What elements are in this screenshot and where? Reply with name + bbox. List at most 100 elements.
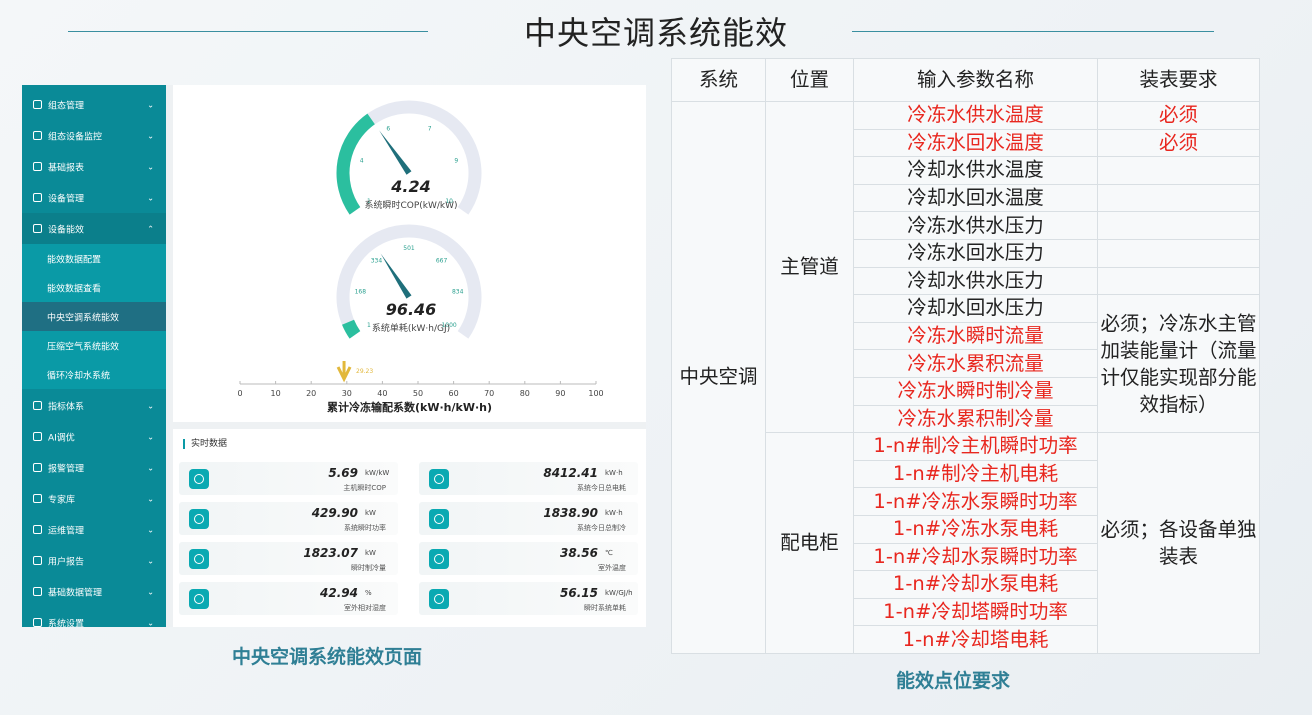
sidebar-item-ai[interactable]: AI调优 ⌄: [22, 421, 166, 452]
bar-marker-label: 29.23: [356, 368, 374, 375]
metric-icon: [429, 549, 449, 569]
gauge-1-value: 4.24: [391, 177, 431, 196]
sidebar-item-index[interactable]: 指标体系 ⌄: [22, 390, 166, 421]
chevron-down-icon: ⌄: [147, 432, 154, 441]
tile-unit: ℃: [605, 549, 613, 557]
network-icon: [33, 130, 42, 140]
gauge-tick-label: 334: [371, 257, 383, 264]
tile-value: 8412.41: [543, 466, 598, 480]
tile-unit: kW: [365, 549, 376, 557]
tile-unit: kW·h: [605, 469, 623, 477]
gauge-2-label: 系统单耗(kW·h/GJ): [371, 324, 451, 334]
doc-icon: [33, 555, 42, 565]
chevron-down-icon: ⌄: [147, 587, 154, 596]
gauge-card: 1 4 6 7 9 10 1 168 334 501 667 834 1000 0 10 20 30 40 50 60…: [173, 85, 646, 422]
sidebar-item-basedata[interactable]: 基础数据管理 ⌄: [22, 576, 166, 607]
chevron-down-icon: ⌄: [147, 556, 154, 565]
realtime-tile: 5.69 kW/kW 主机瞬时COP: [179, 462, 398, 495]
bar-tick-label: 30: [342, 389, 352, 398]
gauge-tick-label: 4: [360, 157, 364, 164]
bar-tick-label: 10: [271, 389, 281, 398]
screenshot-panel: 组态管理 ⌄ 组态设备监控 ⌄ 基础报表 ⌄ 设备管理 ⌄ 设备能效 ⌃ 能效数据配置 能…: [22, 85, 646, 627]
sidebar-item-config[interactable]: 组态管理 ⌄: [22, 89, 166, 120]
cell-param: 冷却水供水温度: [853, 156, 1098, 185]
cell-system: 中央空调: [671, 101, 766, 654]
bar-tick-label: 90: [555, 389, 565, 398]
header-system: 系统: [671, 58, 766, 102]
tile-unit: kW/kW: [365, 469, 390, 477]
cell-param: 冷冻水供水压力: [853, 211, 1098, 240]
tile-value: 5.69: [328, 466, 358, 480]
metric-icon: [189, 509, 209, 529]
sidebar-item-alarm[interactable]: 报警管理 ⌄: [22, 452, 166, 483]
device-icon: [33, 192, 42, 202]
gauge-tick-label: 9: [454, 157, 458, 164]
pulse-icon: [33, 524, 42, 534]
cell-req: 必须: [1097, 128, 1260, 158]
requirement-table: 系统 位置 输入参数名称 装表要求 中央空调 主管道 冷冻水供水温度 必须 冷冻水回水温…: [671, 58, 1260, 654]
chevron-down-icon: ⌄: [147, 525, 154, 534]
gauge-tick-label: 168: [355, 288, 367, 295]
grid-icon: [33, 99, 42, 109]
gauge-1-label: 系统瞬时COP(kW/kW): [364, 201, 458, 211]
chevron-down-icon: ⌄: [147, 162, 154, 171]
bar-marker-arrow: [336, 361, 352, 383]
gauge-needle: [380, 253, 412, 299]
sidebar-item-user-report[interactable]: 用户报告 ⌄: [22, 545, 166, 576]
tile-label: 室外温度: [598, 564, 626, 572]
cell-location-main: 主管道: [765, 100, 854, 434]
bar-tick-label: 20: [306, 389, 316, 398]
sidebar-sub-view[interactable]: 能效数据查看: [22, 273, 166, 302]
cell-param: 1-n#冷却水泵瞬时功率: [853, 542, 1098, 572]
sidebar-sub-hvac[interactable]: 中央空调系统能效: [22, 302, 166, 331]
cell-req: 必须: [1097, 101, 1260, 130]
caption-left: 中央空调系统能效页面: [232, 646, 423, 668]
chevron-down-icon: ⌄: [147, 100, 154, 109]
alarm-icon: [33, 462, 42, 472]
tile-unit: kW: [365, 509, 376, 517]
bar-tick-label: 100: [588, 389, 603, 398]
sidebar-item-device[interactable]: 设备管理 ⌄: [22, 182, 166, 213]
cell-req-merged-2: 必须；各设备单独装表: [1097, 432, 1260, 654]
sidebar-sub-config[interactable]: 能效数据配置: [22, 244, 166, 273]
sidebar-sub-air[interactable]: 压缩空气系统能效: [22, 331, 166, 360]
sidebar-item-settings[interactable]: 系统设置 ⌄: [22, 607, 166, 627]
cell-param: 冷冻水累积流量: [853, 349, 1098, 378]
tile-value: 56.15: [560, 586, 598, 600]
realtime-card: 实时数据 5.69 kW/kW 主机瞬时COP 8412.41 kW·h 系统今日总电耗 4…: [173, 429, 646, 627]
ai-icon: [33, 431, 42, 441]
chevron-down-icon: ⌄: [147, 494, 154, 503]
header-param: 输入参数名称: [853, 58, 1098, 102]
metric-icon: [189, 589, 209, 609]
tile-label: 主机瞬时COP: [343, 484, 386, 492]
table-header-row: 系统 位置 输入参数名称 装表要求: [671, 58, 1260, 102]
gauge-tick-label: 667: [436, 257, 448, 264]
chevron-up-icon: ⌃: [147, 224, 154, 233]
cell-param: 1-n#冷冻水泵电耗: [853, 514, 1098, 544]
cell-req: [1097, 266, 1260, 296]
tile-label: 系统今日总电耗: [577, 484, 626, 492]
cell-param: 冷冻水瞬时制冷量: [853, 376, 1098, 406]
tile-value: 1838.90: [543, 506, 598, 520]
tile-value: 42.94: [320, 586, 358, 600]
tile-value: 38.56: [560, 546, 598, 560]
cell-param: 冷却水回水温度: [853, 183, 1098, 213]
realtime-tile: 1838.90 kW·h 系统今日总制冷: [419, 502, 638, 535]
sidebar-item-expert[interactable]: 专家库 ⌄: [22, 483, 166, 514]
sidebar-item-report[interactable]: 基础报表 ⌄: [22, 151, 166, 182]
metric-icon: [189, 549, 209, 569]
bar-tick-label: 70: [484, 389, 494, 398]
metric-icon: [189, 469, 209, 489]
chevron-down-icon: ⌄: [147, 131, 154, 140]
realtime-tile: 429.90 kW 系统瞬时功率: [179, 502, 398, 535]
cell-param: 1-n#冷却塔瞬时功率: [853, 597, 1098, 627]
gauge-tick-label: 7: [428, 126, 432, 133]
gauge-tick-label: 6: [386, 126, 390, 133]
cell-param: 冷冻水供水温度: [853, 101, 1098, 130]
sidebar-sub-cooling[interactable]: 循环冷却水系统: [22, 360, 166, 389]
sidebar-item-efficiency[interactable]: 设备能效 ⌃: [22, 213, 166, 244]
sidebar-item-monitor[interactable]: 组态设备监控 ⌄: [22, 120, 166, 151]
cell-param: 冷冻水瞬时流量: [853, 321, 1098, 351]
sidebar-item-ops[interactable]: 运维管理 ⌄: [22, 514, 166, 545]
bar-tick-label: 60: [449, 389, 459, 398]
